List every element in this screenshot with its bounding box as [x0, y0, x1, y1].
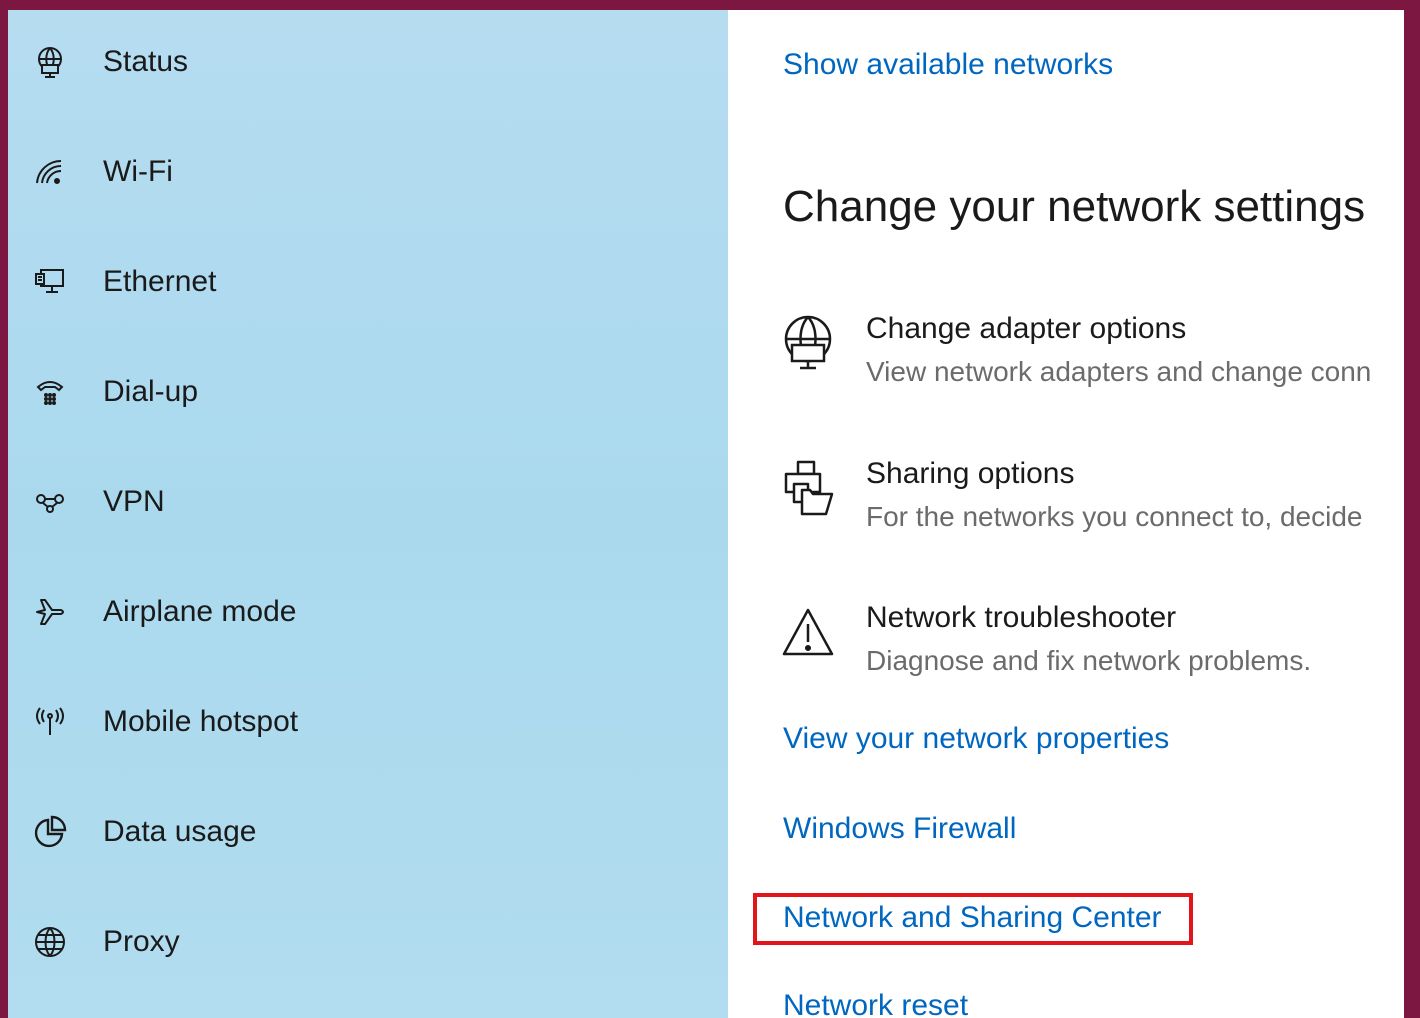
section-title: Change your network settings — [783, 182, 1366, 231]
sidebar-item-label: Status — [103, 45, 189, 78]
airplane-icon — [30, 592, 70, 632]
main-content: Show available networks Change your netw… — [728, 10, 1404, 1018]
sidebar-item-label: Proxy — [103, 925, 180, 958]
option-title: Change adapter options — [866, 312, 1187, 345]
sharing-options[interactable]: Sharing options For the networks you con… — [778, 457, 1404, 557]
sidebar-item-airplane-mode[interactable]: Airplane mode — [8, 577, 728, 647]
adapter-icon — [778, 312, 838, 372]
sidebar-item-label: Airplane mode — [103, 595, 297, 628]
option-title: Sharing options — [866, 457, 1075, 490]
sidebar-item-wifi[interactable]: Wi-Fi — [8, 137, 728, 207]
sidebar-item-label: Wi-Fi — [103, 155, 173, 188]
vpn-icon — [30, 482, 70, 522]
sidebar-item-label: Dial-up — [103, 375, 199, 408]
sidebar-item-label: Ethernet — [103, 265, 217, 298]
wifi-icon — [30, 152, 70, 192]
sidebar-item-label: VPN — [103, 485, 165, 518]
sidebar-item-label: Data usage — [103, 815, 257, 848]
windows-firewall-link[interactable]: Windows Firewall — [783, 812, 1016, 846]
show-available-networks-link[interactable]: Show available networks — [783, 48, 1113, 82]
sidebar-item-proxy[interactable]: Proxy — [8, 907, 728, 977]
option-description: View network adapters and change conn — [866, 356, 1372, 387]
sidebar-item-dialup[interactable]: Dial-up — [8, 357, 728, 427]
sharing-icon — [778, 457, 838, 517]
view-network-properties-link[interactable]: View your network properties — [783, 722, 1169, 756]
sidebar-item-ethernet[interactable]: Ethernet — [8, 247, 728, 317]
sidebar-item-data-usage[interactable]: Data usage — [8, 797, 728, 867]
network-sharing-center-link[interactable]: Network and Sharing Center — [783, 901, 1162, 935]
sidebar-item-mobile-hotspot[interactable]: Mobile hotspot — [8, 687, 728, 757]
data-usage-icon — [30, 812, 70, 852]
sidebar-item-label: Mobile hotspot — [103, 705, 299, 738]
network-reset-link[interactable]: Network reset — [783, 989, 968, 1018]
dialup-icon — [30, 372, 70, 412]
globe-monitor-icon — [30, 42, 70, 82]
sidebar-item-vpn[interactable]: VPN — [8, 467, 728, 537]
ethernet-icon — [30, 262, 70, 302]
warning-icon — [778, 601, 838, 661]
change-adapter-options[interactable]: Change adapter options View network adap… — [778, 312, 1404, 412]
globe-icon — [30, 922, 70, 962]
network-troubleshooter[interactable]: Network troubleshooter Diagnose and fix … — [778, 601, 1404, 701]
hotspot-icon — [30, 702, 70, 742]
option-description: Diagnose and fix network problems. — [866, 645, 1312, 676]
sidebar-item-status[interactable]: Status — [8, 27, 728, 97]
option-description: For the networks you connect to, decide — [866, 501, 1363, 532]
option-title: Network troubleshooter — [866, 601, 1177, 634]
sidebar: Status Wi-Fi Ethernet Dial-up VPN Airpla… — [8, 10, 728, 1018]
settings-window: Status Wi-Fi Ethernet Dial-up VPN Airpla… — [8, 10, 1404, 1018]
